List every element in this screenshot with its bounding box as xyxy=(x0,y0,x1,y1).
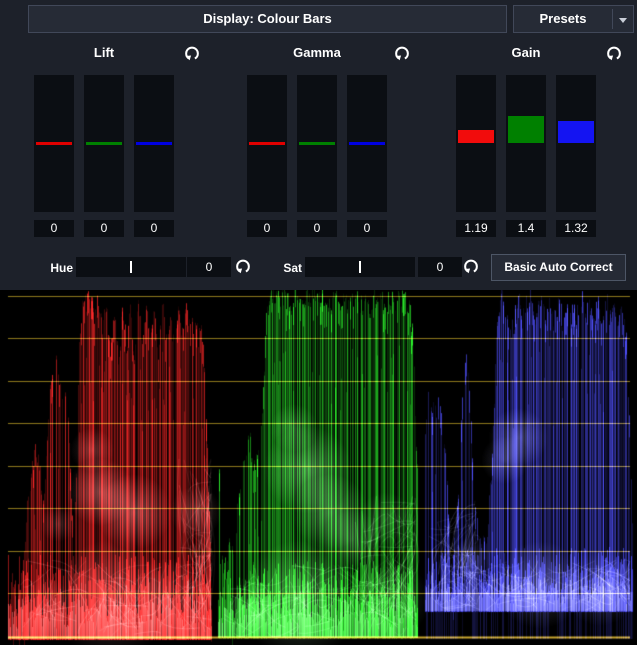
gain-red-slider[interactable] xyxy=(456,75,496,212)
sat-slider[interactable] xyxy=(305,257,415,277)
section-title-gamma: Gamma xyxy=(247,45,387,60)
display-mode-button[interactable]: Display: Colour Bars xyxy=(28,5,507,33)
hue-label: Hue xyxy=(38,261,73,275)
reset-icon xyxy=(605,44,623,62)
lift-green-value[interactable]: 0 xyxy=(84,220,124,237)
lift-blue-value[interactable]: 0 xyxy=(134,220,174,237)
presets-label: Presets xyxy=(514,6,612,32)
gain-blue-slider[interactable] xyxy=(556,75,596,212)
gamma-red-value[interactable]: 0 xyxy=(247,220,287,237)
reset-icon xyxy=(462,257,480,275)
slider-handle[interactable] xyxy=(36,142,72,145)
waveform-scope xyxy=(0,290,637,645)
slider-handle[interactable] xyxy=(558,121,594,143)
sat-reset-button[interactable] xyxy=(462,257,480,275)
gamma-reset-button[interactable] xyxy=(393,44,411,62)
section-title-lift: Lift xyxy=(34,45,174,60)
basic-auto-correct-button[interactable]: Basic Auto Correct xyxy=(491,254,626,281)
slider-cursor xyxy=(359,261,361,273)
slider-handle[interactable] xyxy=(299,142,335,145)
lift-red-value[interactable]: 0 xyxy=(34,220,74,237)
slider-handle[interactable] xyxy=(508,116,544,143)
hue-slider[interactable] xyxy=(76,257,186,277)
slider-handle[interactable] xyxy=(86,142,122,145)
lift-green-slider[interactable] xyxy=(84,75,124,212)
hue-value[interactable]: 0 xyxy=(187,257,231,277)
reset-icon xyxy=(393,44,411,62)
slider-handle[interactable] xyxy=(458,130,494,143)
gain-green-value[interactable]: 1.4 xyxy=(506,220,546,237)
sat-label: Sat xyxy=(268,261,302,275)
gain-green-slider[interactable] xyxy=(506,75,546,212)
slider-handle[interactable] xyxy=(136,142,172,145)
gamma-green-value[interactable]: 0 xyxy=(297,220,337,237)
presets-button[interactable]: Presets xyxy=(513,5,634,33)
gamma-blue-slider[interactable] xyxy=(347,75,387,212)
sat-value[interactable]: 0 xyxy=(418,257,462,277)
hue-reset-button[interactable] xyxy=(234,257,252,275)
gain-reset-button[interactable] xyxy=(605,44,623,62)
colour-correction-panel: Display: Colour Bars Presets Lift 0 0 0 … xyxy=(0,0,637,645)
gamma-red-slider[interactable] xyxy=(247,75,287,212)
reset-icon xyxy=(234,257,252,275)
gamma-green-slider[interactable] xyxy=(297,75,337,212)
slider-handle[interactable] xyxy=(349,142,385,145)
lift-red-slider[interactable] xyxy=(34,75,74,212)
presets-divider xyxy=(612,9,613,29)
reset-icon xyxy=(183,44,201,62)
gain-red-value[interactable]: 1.19 xyxy=(456,220,496,237)
gamma-blue-value[interactable]: 0 xyxy=(347,220,387,237)
gain-blue-value[interactable]: 1.32 xyxy=(556,220,596,237)
slider-cursor xyxy=(130,261,132,273)
chevron-down-icon[interactable] xyxy=(619,18,627,23)
lift-reset-button[interactable] xyxy=(183,44,201,62)
slider-handle[interactable] xyxy=(249,142,285,145)
lift-blue-slider[interactable] xyxy=(134,75,174,212)
section-title-gain: Gain xyxy=(456,45,596,60)
